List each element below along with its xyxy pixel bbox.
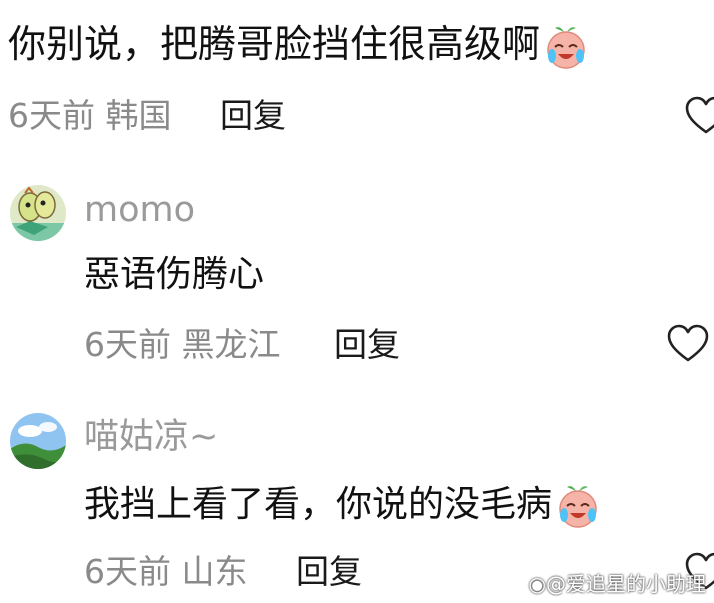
comment-meta: 6天前 黑龙江 [84, 325, 281, 364]
comment-meta: 6天前 韩国 [8, 96, 172, 135]
comment-text: 你别说，把腾哥脸挡住很高级啊 [8, 16, 590, 72]
heart-icon[interactable] [684, 96, 714, 136]
comment-text: 我挡上看了看，你说的没毛病 [84, 480, 602, 530]
watermark: ◉@爱追星的小助理 [529, 571, 706, 597]
reply-button[interactable]: 回复 [334, 325, 400, 365]
username[interactable]: momo [84, 188, 195, 232]
watermark-text: @爱追星的小助理 [546, 572, 706, 596]
laughing-crying-peach-emoji-icon [547, 26, 585, 69]
reply-button[interactable]: 回复 [296, 552, 362, 592]
weibo-logo-icon: ◉ [528, 572, 546, 596]
comment-text-content: 我挡上看了看，你说的没毛病 [84, 484, 553, 525]
heart-icon[interactable] [666, 324, 710, 364]
reply-button[interactable]: 回复 [220, 96, 286, 136]
comment-meta: 6天前 山东 [84, 552, 248, 591]
avatar[interactable] [10, 413, 66, 469]
laughing-crying-peach-emoji-icon [559, 486, 597, 528]
comment-text: 惡语伤腾心 [84, 254, 265, 295]
comment-text-content: 你别说，把腾哥脸挡住很高级啊 [8, 22, 541, 66]
avatar[interactable] [10, 185, 66, 241]
username[interactable]: 喵姑凉~ [84, 415, 218, 459]
